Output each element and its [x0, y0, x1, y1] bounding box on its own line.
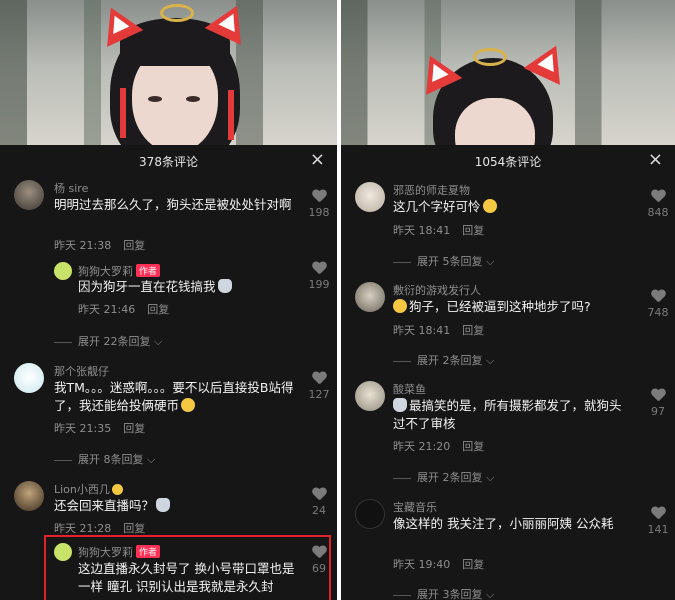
comment-text: 还会回来直播吗？ [54, 498, 155, 513]
cat-emoji-icon [393, 398, 407, 412]
comment-text: 因为狗牙一直在花钱搞我 [78, 279, 216, 294]
comment-text: 我TM。。。迷惑啊。。。要不以后直接投B站得了，我还能给投俩硬币 [54, 380, 294, 413]
avatar[interactable] [355, 499, 385, 529]
smile-emoji-icon [181, 398, 196, 412]
like-button[interactable]: 848 [643, 190, 673, 219]
heart-icon [651, 507, 665, 520]
expand-replies-button[interactable]: 展开 8条回复 ⌵ [54, 451, 155, 467]
comment-text: 明明过去那么久了，狗头还是被处处针对啊 [54, 197, 292, 212]
heart-icon [312, 372, 326, 385]
like-button[interactable]: 748 [643, 290, 673, 319]
chevron-down-icon: ⌵ [486, 354, 495, 367]
like-button[interactable]: 198 [304, 190, 334, 219]
comment-text: 狗子，已经被逼到这种地步了吗? [409, 299, 591, 314]
expand-replies-button[interactable]: 展开 2条回复 ⌵ [393, 352, 494, 368]
reply-button[interactable]: 回复 [147, 303, 169, 316]
comment-username[interactable]: 那个张靓仔 [54, 363, 109, 379]
chevron-down-icon: ⌵ [486, 471, 495, 484]
like-count: 748 [647, 306, 669, 319]
comment-username[interactable]: 酸菜鱼 [393, 381, 426, 397]
avatar[interactable] [14, 363, 44, 393]
cat-face-emoji-icon [111, 484, 123, 495]
comment-time: 昨天 21:20 [393, 440, 451, 453]
comment-username[interactable]: Lion小西几 [54, 483, 110, 496]
right-screenshot-panel: 1054条评论 × 邪恶的师走夏物 这几个字好可怜 昨天 18:41 回复 848… [341, 0, 675, 600]
close-icon[interactable]: × [648, 149, 663, 170]
heart-icon [312, 262, 326, 275]
comment-username[interactable]: 敷衍的游戏发行人 [393, 282, 481, 298]
avatar[interactable] [54, 262, 72, 280]
comment-username[interactable]: 狗狗大罗莉 [78, 265, 133, 278]
expand-replies-button[interactable]: 展开 22条回复 ⌵ [54, 333, 162, 349]
like-count: 141 [647, 523, 669, 536]
comment-count-title: 378条评论 [139, 155, 198, 169]
reply-button[interactable]: 回复 [462, 440, 484, 453]
comment-time: 昨天 18:41 [393, 224, 451, 237]
chevron-down-icon: ⌵ [486, 588, 495, 600]
close-icon[interactable]: × [310, 149, 325, 170]
comment-text: 最搞笑的是，所有摄影都发了，就狗头过不了审核 [393, 398, 622, 431]
like-button[interactable]: 97 [643, 389, 673, 418]
reply-button[interactable]: 回复 [123, 422, 145, 435]
comment-time: 昨天 21:35 [54, 422, 112, 435]
like-button[interactable]: 141 [643, 507, 673, 536]
like-count: 24 [312, 504, 326, 517]
like-count: 198 [308, 206, 330, 219]
avatar[interactable] [355, 282, 385, 312]
comment-time: 昨天 21:46 [78, 303, 136, 316]
reply-button[interactable]: 回复 [462, 324, 484, 337]
like-button[interactable]: 199 [304, 262, 334, 291]
comment-time: 昨天 18:41 [393, 324, 451, 337]
chevron-down-icon: ⌵ [154, 335, 163, 348]
avatar[interactable] [14, 180, 44, 210]
reply-button[interactable]: 回复 [123, 522, 145, 535]
like-button[interactable]: 127 [304, 372, 334, 401]
expand-replies-button[interactable]: 展开 3条回复 ⌵ [393, 586, 494, 600]
comment-count-title: 1054条评论 [474, 155, 542, 169]
comment-text: 像这样的 我关注了，小丽丽阿姨 公众耗 [393, 516, 614, 531]
author-badge: 作者 [136, 264, 161, 277]
reply-button[interactable]: 回复 [123, 239, 145, 252]
reply-button[interactable]: 回复 [462, 224, 484, 237]
video-thumbnail[interactable] [341, 0, 675, 145]
comment-time: 昨天 19:40 [393, 558, 451, 571]
heart-icon [312, 190, 326, 203]
expand-replies-button[interactable]: 展开 5条回复 ⌵ [393, 253, 494, 269]
avatar[interactable] [355, 182, 385, 212]
comment-username[interactable]: 杨 sire [54, 180, 88, 196]
comment-username[interactable]: 宝藏音乐 [393, 499, 437, 515]
comment-time: 昨天 21:38 [54, 239, 112, 252]
chevron-down-icon: ⌵ [147, 453, 156, 466]
chevron-down-icon: ⌵ [486, 255, 495, 268]
video-thumbnail[interactable] [0, 0, 337, 145]
cat-emoji-icon [217, 279, 232, 293]
avatar[interactable] [355, 381, 385, 411]
comment-text: 这几个字好可怜 [393, 199, 481, 214]
avatar[interactable] [14, 481, 44, 511]
like-count: 127 [308, 388, 330, 401]
left-screenshot-panel: 378条评论 × 杨 sire 明明过去那么久了，狗头还是被处处针对啊 昨天 2… [0, 0, 337, 600]
disappointed-emoji-icon [393, 299, 407, 313]
red-highlight-box [44, 535, 331, 600]
like-count: 199 [308, 278, 330, 291]
pleading-emoji-icon [482, 199, 497, 213]
heart-icon [651, 290, 665, 303]
comment-time: 昨天 21:28 [54, 522, 112, 535]
like-button[interactable]: 24 [304, 488, 334, 517]
comment-username[interactable]: 邪恶的师走夏物 [393, 182, 470, 198]
heart-icon [651, 389, 665, 402]
like-count: 848 [647, 206, 669, 219]
cat-emoji-icon [156, 498, 171, 512]
heart-icon [651, 190, 665, 203]
heart-icon [312, 488, 326, 501]
reply-button[interactable]: 回复 [462, 558, 484, 571]
expand-replies-button[interactable]: 展开 2条回复 ⌵ [393, 469, 494, 485]
like-count: 97 [651, 405, 665, 418]
